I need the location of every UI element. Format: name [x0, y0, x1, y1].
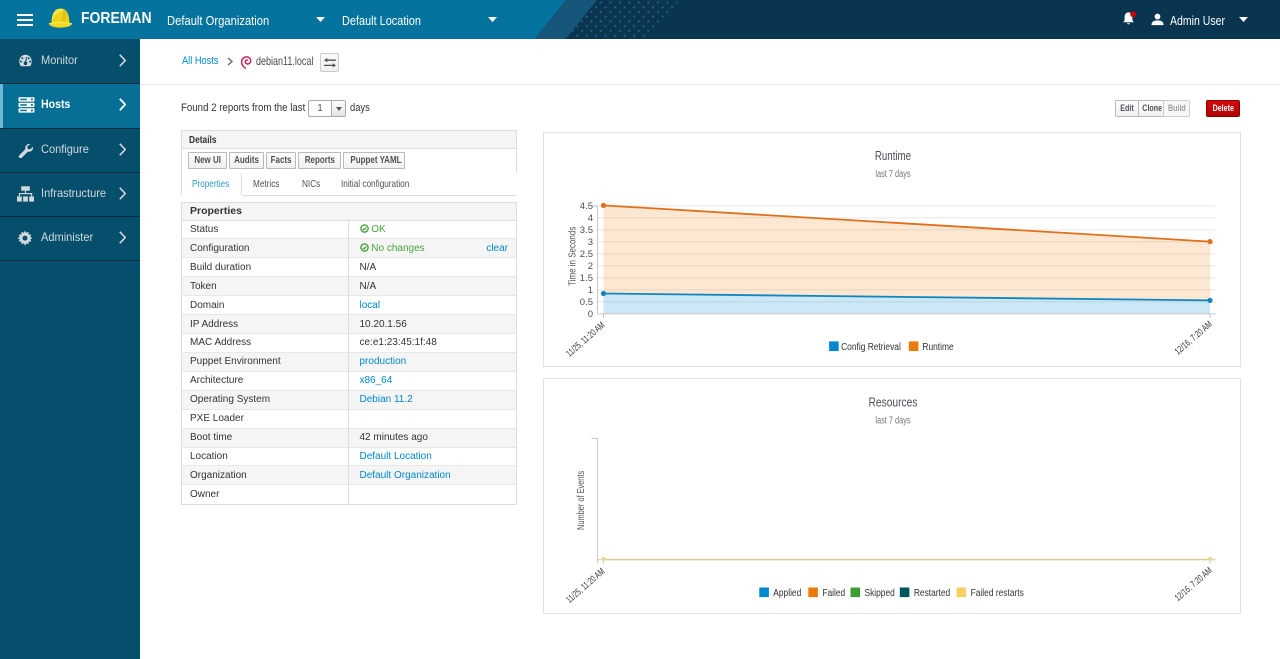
- svg-text:Runtime: Runtime: [922, 341, 953, 353]
- svg-text:last 7 days: last 7 days: [875, 414, 911, 425]
- svg-text:1.5: 1.5: [580, 273, 593, 284]
- svg-text:0: 0: [588, 309, 593, 320]
- svg-text:Time in Seconds: Time in Seconds: [567, 226, 578, 286]
- svg-text:Failed restarts: Failed restarts: [971, 587, 1024, 599]
- svg-text:3: 3: [588, 237, 593, 248]
- svg-text:1: 1: [588, 285, 593, 296]
- svg-text:Failed: Failed: [822, 587, 845, 599]
- svg-text:3.5: 3.5: [580, 225, 593, 236]
- svg-text:last 7 days: last 7 days: [875, 168, 911, 179]
- svg-text:12/16, 7:20 AM: 12/16, 7:20 AM: [1173, 565, 1215, 603]
- svg-text:Restarted: Restarted: [914, 587, 950, 599]
- svg-text:4: 4: [588, 213, 593, 224]
- svg-text:4.5: 4.5: [580, 201, 593, 212]
- svg-text:12/16, 7:20 AM: 12/16, 7:20 AM: [1173, 319, 1215, 357]
- svg-text:Skipped: Skipped: [864, 587, 894, 599]
- svg-text:Resources: Resources: [869, 397, 918, 410]
- svg-text:11/25, 11:20 AM: 11/25, 11:20 AM: [564, 566, 607, 605]
- svg-text:Number of Events: Number of Events: [575, 470, 586, 530]
- svg-text:2.5: 2.5: [580, 249, 593, 260]
- svg-text:Config Retrieval: Config Retrieval: [841, 341, 901, 353]
- svg-text:0.5: 0.5: [580, 297, 593, 308]
- svg-text:11/25, 11:20 AM: 11/25, 11:20 AM: [564, 320, 607, 359]
- svg-text:Applied: Applied: [773, 587, 801, 599]
- svg-text:Runtime: Runtime: [875, 150, 911, 163]
- svg-text:2: 2: [588, 261, 593, 272]
